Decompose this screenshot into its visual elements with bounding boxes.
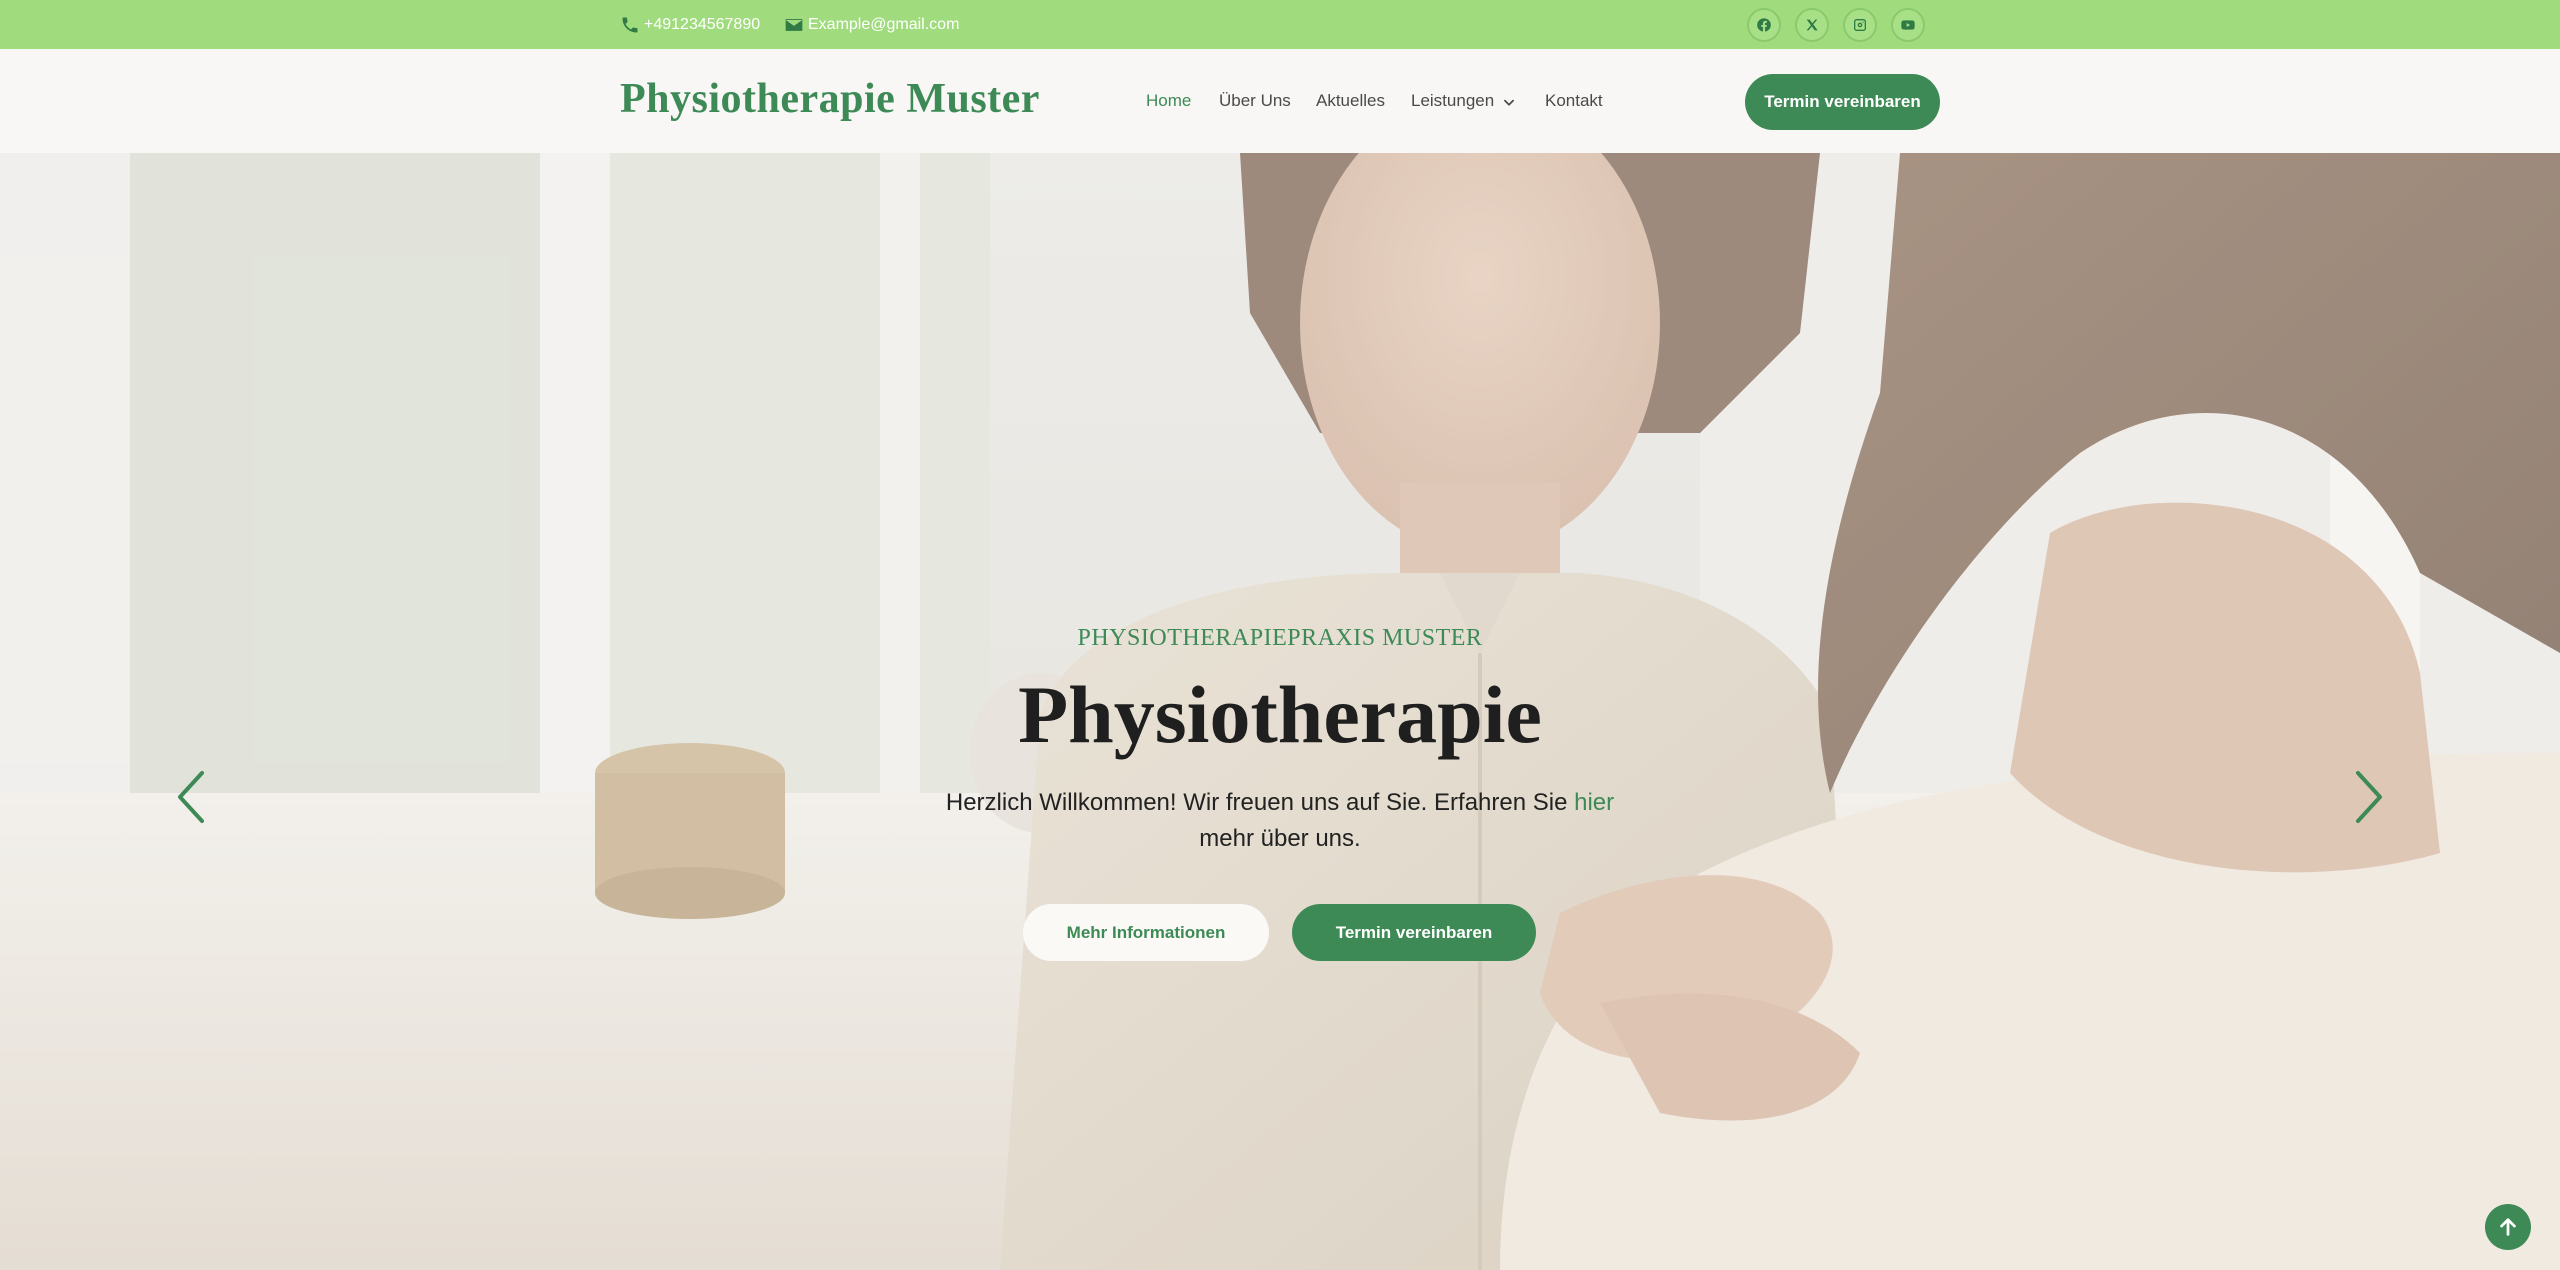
hero-kicker: PHYSIOTHERAPIEPRAXIS MUSTER [1077,625,1483,651]
arrow-right-icon[interactable] [2348,767,2388,827]
nav-aktuelles[interactable]: Aktuelles [1316,91,1385,111]
x-icon [1806,19,1818,31]
main-header: Physiotherapie Muster Home Über Uns Aktu… [0,49,2560,153]
instagram-icon [1854,19,1866,31]
x-link[interactable] [1795,8,1829,42]
more-information-button[interactable]: Mehr Informationen [1023,904,1269,961]
hero-slider: PHYSIOTHERAPIEPRAXIS MUSTER Physiotherap… [0,153,2560,1270]
nav-ueber-uns[interactable]: Über Uns [1219,91,1291,111]
hero-text-start: Herzlich Willkommen! Wir freuen uns auf … [945,789,1575,816]
header-appointment-button[interactable]: Termin vereinbaren [1745,74,1940,130]
scroll-to-top-button[interactable] [2485,1204,2531,1250]
facebook-link[interactable] [1747,8,1781,42]
arrow-up-icon [2500,1218,2516,1236]
youtube-link[interactable] [1891,8,1925,42]
hero-text-link[interactable]: hier [1574,789,1614,816]
youtube-icon [1901,20,1915,30]
hero-appointment-button[interactable]: Termin vereinbaren [1292,904,1536,961]
site-logo[interactable]: Physiotherapie Muster [620,75,1040,123]
nav-leistungen[interactable]: Leistungen [1411,91,1516,111]
top-bar: +491234567890 Example@gmail.com [0,0,2560,49]
nav-home[interactable]: Home [1146,91,1191,111]
facebook-icon [1757,18,1771,32]
phone-icon [622,17,638,32]
phone-link[interactable]: +491234567890 [620,0,760,49]
chevron-down-icon [1504,99,1515,106]
email-address: Example@gmail.com [808,15,960,33]
hero-title: Physiotherapie [1018,669,1542,760]
mail-icon [785,18,803,31]
nav-kontakt[interactable]: Kontakt [1545,91,1603,111]
instagram-link[interactable] [1843,8,1877,42]
arrow-left-icon[interactable] [172,767,212,827]
hero-text-end: mehr über uns. [1199,825,1361,852]
email-link[interactable]: Example@gmail.com [784,0,959,49]
hero-text: Herzlich Willkommen! Wir freuen uns auf … [930,785,1630,857]
phone-number: +491234567890 [644,15,761,33]
nav-leistungen-label: Leistungen [1411,91,1495,110]
